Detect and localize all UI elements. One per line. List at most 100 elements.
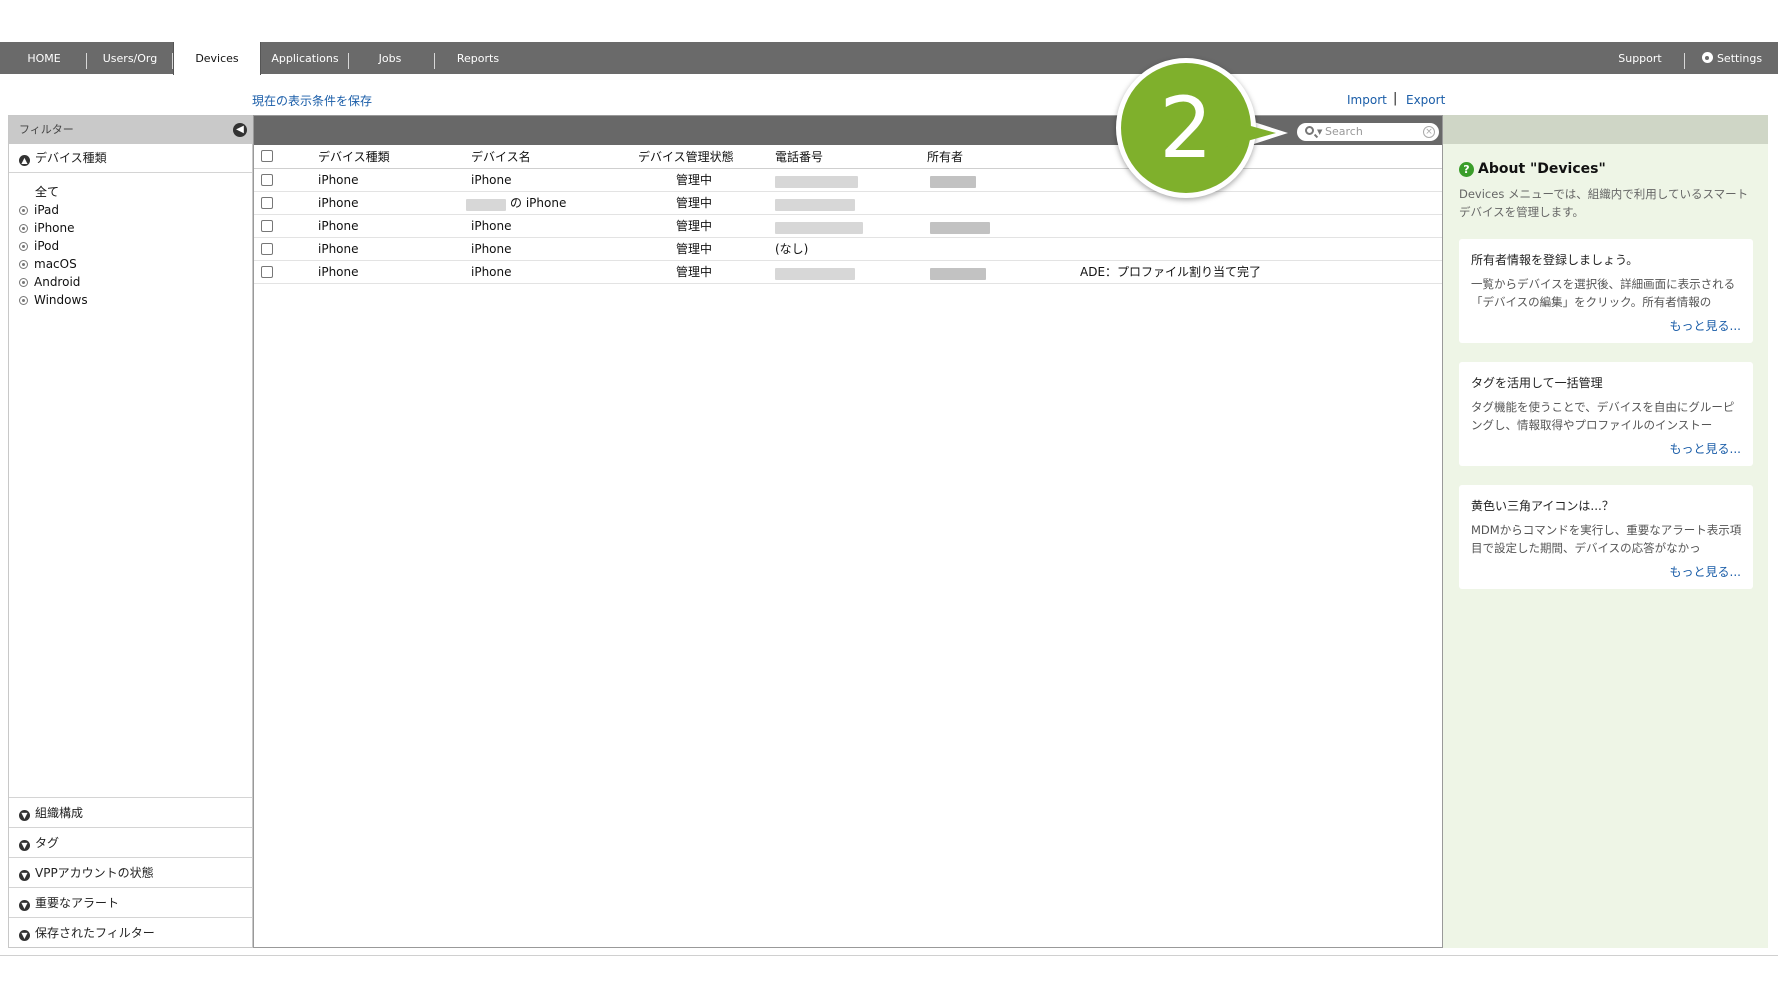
help-panel-header: [1443, 115, 1768, 144]
filter-option-iphone[interactable]: iPhone: [19, 219, 252, 237]
tab-applications[interactable]: Applications: [266, 42, 344, 74]
search-input[interactable]: ▼ Search ×: [1297, 123, 1439, 141]
column-phone[interactable]: 電話番号: [775, 145, 823, 170]
filter-group-label: デバイス種類: [35, 151, 107, 165]
filter-option-label: Android: [34, 275, 81, 289]
filter-collapsed-groups: ▼ 組織構成 ▼ タグ ▼ VPPアカウントの状態 ▼ 重要なアラート ▼ 保存されたフィ…: [9, 797, 252, 947]
top-nav: HOME Users/Org Devices Applications Jobs…: [0, 42, 1778, 75]
export-link[interactable]: Export: [1406, 93, 1445, 107]
filter-option-label: Windows: [34, 293, 88, 307]
link-separator: |: [1393, 91, 1398, 106]
tab-jobs[interactable]: Jobs: [360, 42, 420, 74]
help-card: タグを活用して一括管理 タグ機能を使うことで、デバイスを自由にグルーピングし、情…: [1459, 362, 1753, 466]
gear-icon: [1701, 52, 1713, 63]
help-card-title: 黄色い三角アイコンは...？: [1471, 499, 1614, 513]
table-row[interactable]: iPhone iPhone 管理中: [254, 169, 1442, 192]
step-number: 2: [1159, 79, 1213, 177]
cell-device-name: iPhone: [471, 265, 512, 279]
filter-panel: フィルター ◀ ▲ デバイス種類 全て iPad iPhone iPod macO…: [8, 115, 253, 948]
help-card-more-link[interactable]: もっと見る...: [1670, 317, 1741, 334]
save-view-link[interactable]: 現在の表示条件を保存: [252, 92, 372, 109]
help-title-text: About "Devices": [1478, 161, 1606, 177]
filter-group-saved[interactable]: ▼ 保存されたフィルター: [9, 917, 252, 947]
filter-option-all[interactable]: 全て: [19, 183, 252, 201]
row-checkbox[interactable]: [261, 220, 273, 232]
filter-group-org[interactable]: ▼ 組織構成: [9, 797, 252, 827]
filter-header: フィルター ◀: [9, 116, 252, 144]
row-checkbox[interactable]: [261, 266, 273, 278]
chevron-down-icon: ▼: [19, 930, 30, 941]
cell-status: 管理中: [676, 265, 713, 279]
cell-device-type: iPhone: [318, 265, 359, 279]
help-description: Devices メニューでは、組織内で利用しているスマートデバイスを管理します。: [1459, 187, 1749, 219]
row-checkbox[interactable]: [261, 243, 273, 255]
row-checkbox[interactable]: [261, 197, 273, 209]
settings-label: Settings: [1716, 52, 1763, 65]
cell-status: 管理中: [676, 242, 713, 256]
filter-group-label: 組織構成: [35, 806, 84, 820]
filter-group-label: タグ: [35, 836, 60, 850]
support-link[interactable]: Support: [1610, 42, 1670, 74]
help-card-more-link[interactable]: もっと見る...: [1670, 563, 1741, 580]
search-placeholder: Search: [1325, 125, 1363, 138]
table-row[interactable]: iPhone の iPhone 管理中: [254, 192, 1442, 215]
filter-option-ipod[interactable]: iPod: [19, 237, 252, 255]
filter-group-device-type[interactable]: ▲ デバイス種類: [9, 144, 252, 173]
filter-group-alerts[interactable]: ▼ 重要なアラート: [9, 887, 252, 917]
redacted-phone: [775, 268, 855, 280]
cell-device-type: iPhone: [318, 219, 359, 233]
radio-icon: [19, 224, 28, 233]
tab-home[interactable]: HOME: [14, 42, 74, 74]
cell-status: 管理中: [676, 196, 713, 210]
column-device-type[interactable]: デバイス種類: [318, 145, 390, 170]
row-checkbox[interactable]: [261, 174, 273, 186]
cell-status: 管理中: [676, 219, 713, 233]
clear-icon[interactable]: ×: [1423, 126, 1435, 138]
table-row[interactable]: iPhone iPhone 管理中 (なし): [254, 238, 1442, 261]
tab-users-org[interactable]: Users/Org: [96, 42, 164, 74]
settings-link[interactable]: Settings: [1692, 42, 1772, 74]
cell-note: ADE：プロファイル割り当て完了: [1080, 265, 1262, 279]
filter-group-tag[interactable]: ▼ タグ: [9, 827, 252, 857]
chevron-down-icon[interactable]: ▼: [1317, 123, 1322, 141]
redacted-phone: [775, 222, 863, 234]
cell-device-name: iPhone: [471, 219, 512, 233]
table-row[interactable]: iPhone iPhone 管理中 ADE：プロファイル割り当て完了: [254, 261, 1442, 284]
cell-device-type: iPhone: [318, 173, 359, 187]
table-row[interactable]: iPhone iPhone 管理中: [254, 215, 1442, 238]
help-title: ? About "Devices": [1459, 161, 1606, 177]
help-panel: ? About "Devices" Devices メニューでは、組織内で利用して…: [1443, 115, 1768, 948]
redacted-owner: [930, 222, 990, 234]
filter-group-label: 保存されたフィルター: [35, 926, 155, 940]
help-card-more-link[interactable]: もっと見る...: [1670, 440, 1741, 457]
tab-devices[interactable]: Devices: [173, 42, 261, 75]
column-device-name[interactable]: デバイス名: [471, 145, 531, 170]
filter-option-android[interactable]: Android: [19, 273, 252, 291]
nav-divider: [434, 53, 435, 69]
help-card-title: タグを活用して一括管理: [1471, 376, 1603, 390]
collapse-left-icon[interactable]: ◀: [233, 123, 247, 137]
radio-icon: [19, 278, 28, 287]
tab-reports[interactable]: Reports: [448, 42, 508, 74]
cell-device-type: iPhone: [318, 196, 359, 210]
nav-divider: [1684, 53, 1685, 69]
column-management-status[interactable]: デバイス管理状態: [638, 145, 734, 170]
filter-group-vpp[interactable]: ▼ VPPアカウントの状態: [9, 857, 252, 887]
import-link[interactable]: Import: [1347, 93, 1387, 107]
filter-option-windows[interactable]: Windows: [19, 291, 252, 309]
filter-option-macos[interactable]: macOS: [19, 255, 252, 273]
chevron-down-icon: ▼: [19, 870, 30, 881]
filter-title: フィルター: [19, 123, 74, 136]
question-icon: ?: [1459, 162, 1474, 177]
column-owner[interactable]: 所有者: [927, 145, 963, 170]
chevron-up-icon: ▲: [19, 155, 30, 166]
filter-option-label: iPod: [34, 239, 60, 253]
help-card: 所有者情報を登録しましょう。 一覧からデバイスを選択後、詳細画面に表示される「デ…: [1459, 239, 1753, 343]
filter-option-label: macOS: [34, 257, 77, 271]
filter-option-ipad[interactable]: iPad: [19, 201, 252, 219]
radio-icon: [19, 242, 28, 251]
select-all-checkbox[interactable]: [261, 150, 273, 162]
cell-device-type: iPhone: [318, 242, 359, 256]
cell-phone: (なし): [775, 242, 809, 256]
cell-status: 管理中: [676, 173, 713, 187]
